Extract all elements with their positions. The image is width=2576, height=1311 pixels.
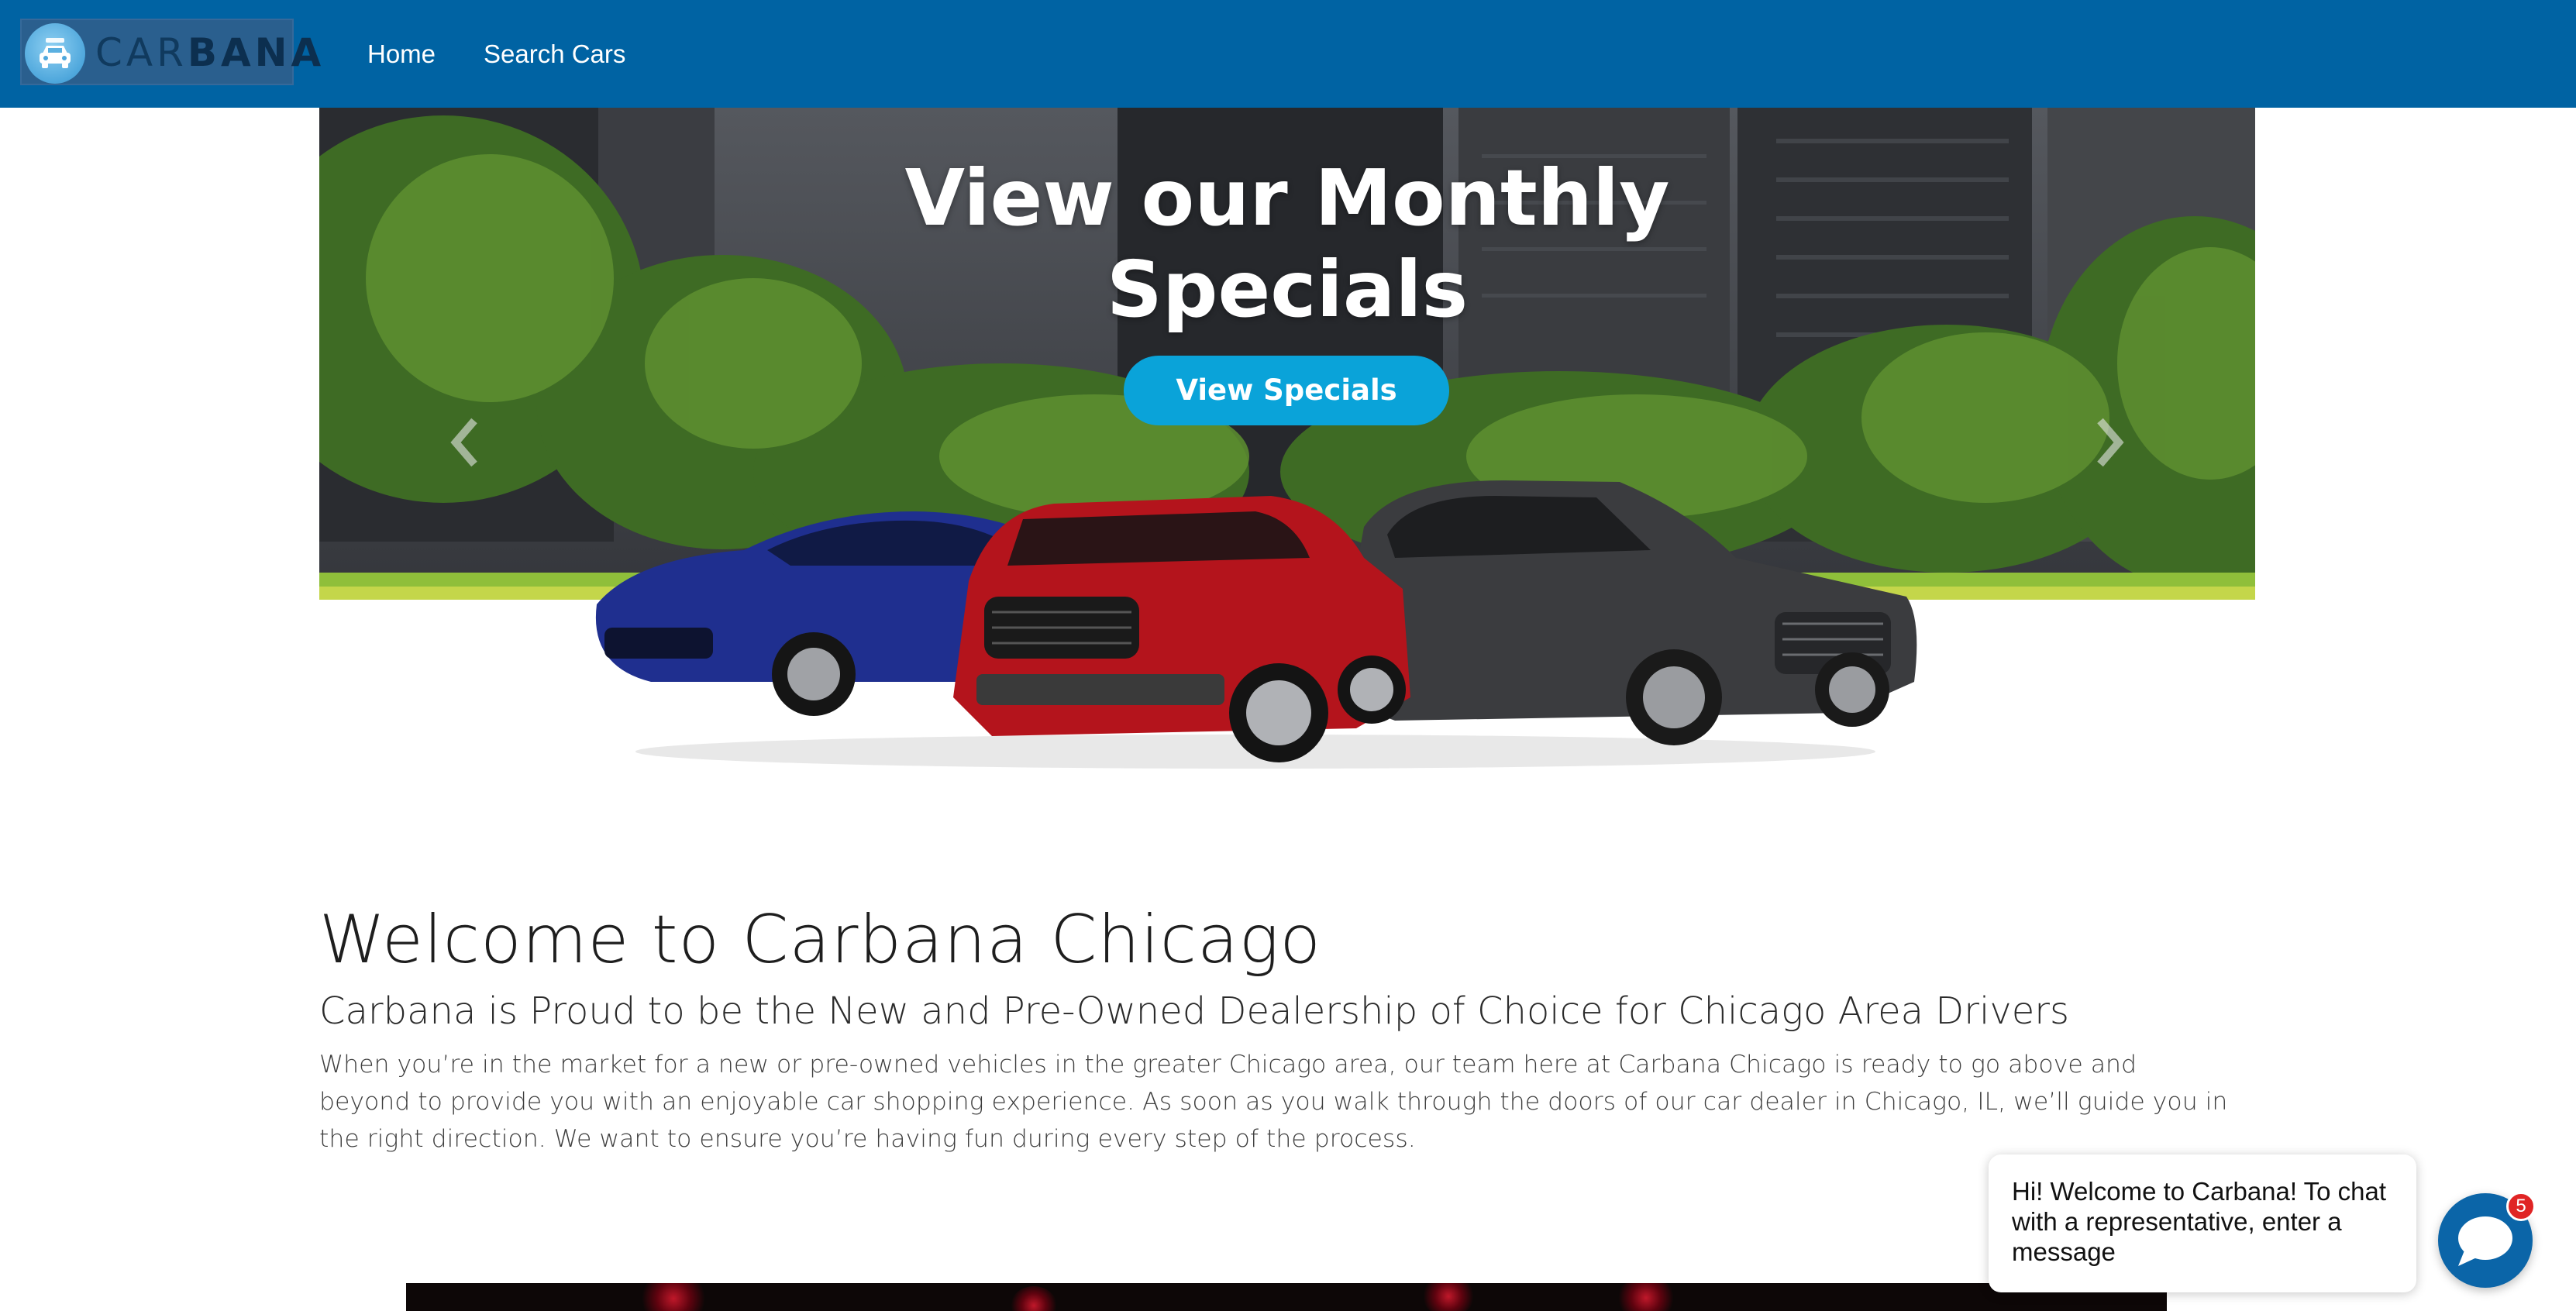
chevron-right-icon[interactable]	[2092, 415, 2127, 470]
chat-bubble-icon	[2458, 1216, 2512, 1266]
hero-title: View our Monthly Specials	[319, 153, 2255, 335]
nav-home-link[interactable]: Home	[367, 39, 436, 70]
top-navbar: CARBANA Home Search Cars	[0, 0, 2576, 108]
carbana-logo[interactable]: CARBANA	[20, 19, 321, 85]
car-icon	[25, 23, 85, 84]
hero-cars-image	[595, 480, 1917, 769]
welcome-paragraph: When you’re in the market for a new or p…	[319, 1051, 2228, 1153]
hero-title-line-1: View our Monthly	[904, 153, 1670, 243]
nav-search-cars-link[interactable]: Search Cars	[484, 39, 625, 70]
logo-text-light: CAR	[95, 30, 188, 75]
logo-text-bold: BANA	[187, 30, 325, 75]
hero-title-line-2: Specials	[1106, 244, 1469, 335]
video-section[interactable]	[406, 1283, 2167, 1311]
view-specials-button[interactable]: View Specials	[1124, 356, 1449, 425]
chat-welcome-message[interactable]: Hi! Welcome to Carbana! To chat with a r…	[1989, 1154, 2416, 1292]
welcome-subheading: Carbana is Proud to be the New and Pre-O…	[319, 989, 2070, 1033]
unread-count-badge: 5	[2506, 1192, 2536, 1221]
chevron-left-icon[interactable]	[448, 415, 482, 470]
logo-wordmark: CARBANA	[95, 29, 325, 76]
welcome-heading: Welcome to Carbana Chicago	[319, 901, 1321, 979]
